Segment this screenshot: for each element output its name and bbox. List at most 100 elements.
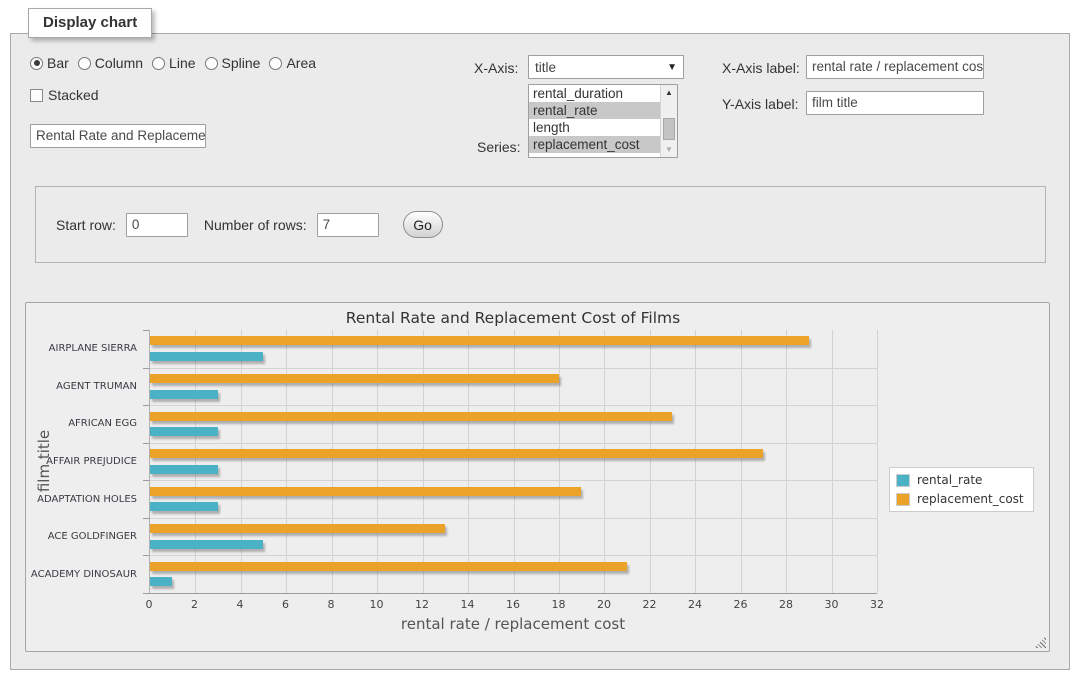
- bar-rental_rate-adaptation-holes: [150, 502, 218, 511]
- series-options: rental_durationrental_ratelengthreplacem…: [529, 85, 660, 157]
- x-tick-label: 26: [734, 598, 748, 611]
- bar-rental_rate-ace-goldfinger: [150, 540, 263, 549]
- bar-replacement_cost-african-egg: [150, 412, 672, 421]
- legend-item-rental_rate: rental_rate: [896, 473, 1024, 487]
- y-tick-mark: [143, 518, 149, 519]
- category-label: AFRICAN EGG: [68, 418, 137, 429]
- gridline: [604, 330, 605, 593]
- bar-rental_rate-agent-truman: [150, 390, 218, 399]
- resize-grip-icon[interactable]: [1034, 636, 1046, 648]
- chart-plot-area: [149, 330, 877, 594]
- stacked-checkbox[interactable]: [30, 89, 43, 102]
- x-axis-label-input[interactable]: rental rate / replacement cost: [806, 55, 984, 79]
- chart-container: Rental Rate and Replacement Cost of Film…: [25, 302, 1050, 652]
- legend-label: replacement_cost: [917, 492, 1024, 506]
- gridline: [695, 330, 696, 593]
- x-axis-selected-value: title: [535, 60, 556, 75]
- x-tick-label: 20: [597, 598, 611, 611]
- series-option-rental_rate[interactable]: rental_rate: [529, 102, 660, 119]
- scrollbar-thumb[interactable]: [663, 118, 675, 140]
- gridline: [150, 480, 877, 481]
- x-tick-label: 30: [825, 598, 839, 611]
- chevron-down-icon: ▼: [667, 62, 677, 73]
- x-tick-label: 18: [552, 598, 566, 611]
- stacked-checkbox-row[interactable]: Stacked: [30, 87, 99, 103]
- radio-icon[interactable]: [269, 57, 282, 70]
- x-tick-label: 6: [282, 598, 289, 611]
- chart-type-radio-bar[interactable]: Bar: [30, 55, 69, 71]
- radio-icon[interactable]: [152, 57, 165, 70]
- scroll-down-icon[interactable]: ▼: [661, 142, 677, 157]
- bar-rental_rate-african-egg: [150, 427, 218, 436]
- gridline: [150, 405, 877, 406]
- x-tick-label: 8: [328, 598, 335, 611]
- x-axis-label-field-label: X-Axis label:: [722, 60, 800, 76]
- bar-replacement_cost-affair-prejudice: [150, 449, 763, 458]
- chart-type-radio-line[interactable]: Line: [152, 55, 195, 71]
- category-label: AFFAIR PREJUDICE: [46, 456, 137, 467]
- gridline: [286, 330, 287, 593]
- legend-swatch: [896, 474, 910, 487]
- series-option-length[interactable]: length: [529, 119, 660, 136]
- y-tick-mark: [143, 443, 149, 444]
- gridline: [741, 330, 742, 593]
- bar-replacement_cost-airplane-sierra: [150, 336, 809, 345]
- category-label: AGENT TRUMAN: [56, 381, 137, 392]
- chart-type-radio-area[interactable]: Area: [269, 55, 316, 71]
- chart-type-radio-group: Bar Column Line Spline Area: [30, 55, 316, 71]
- x-axis-select[interactable]: title ▼: [528, 55, 684, 79]
- gridline: [150, 555, 877, 556]
- category-label: AIRPLANE SIERRA: [49, 343, 137, 354]
- x-tick-label: 12: [415, 598, 429, 611]
- chart-legend: rental_rate replacement_cost: [889, 467, 1034, 512]
- category-label: ACADEMY DINOSAUR: [31, 569, 137, 580]
- x-tick-label: 22: [643, 598, 657, 611]
- x-tick-label: 16: [506, 598, 520, 611]
- gridline: [559, 330, 560, 593]
- series-option-replacement_cost[interactable]: replacement_cost: [529, 136, 660, 153]
- y-tick-mark: [143, 555, 149, 556]
- gridline: [241, 330, 242, 593]
- radio-icon[interactable]: [78, 57, 91, 70]
- gridline: [423, 330, 424, 593]
- chart-title-input[interactable]: Rental Rate and Replacement Cost of Film…: [30, 124, 206, 148]
- page: Display chart Bar Column Line Spline Area St…: [0, 0, 1081, 681]
- chart-title: Rental Rate and Replacement Cost of Film…: [149, 309, 877, 327]
- legend-item-replacement_cost: replacement_cost: [896, 492, 1024, 506]
- x-tick-label: 2: [191, 598, 198, 611]
- stacked-label: Stacked: [48, 87, 99, 103]
- num-rows-label: Number of rows:: [204, 217, 307, 233]
- gridline: [150, 518, 877, 519]
- radio-icon[interactable]: [205, 57, 218, 70]
- series-field-label: Series:: [477, 139, 521, 155]
- go-button[interactable]: Go: [403, 211, 443, 238]
- bar-replacement_cost-ace-goldfinger: [150, 524, 445, 533]
- num-rows-input[interactable]: 7: [317, 213, 379, 237]
- series-option-rental_duration[interactable]: rental_duration: [529, 85, 660, 102]
- start-row-input[interactable]: 0: [126, 213, 188, 237]
- y-axis-label-input[interactable]: film title: [806, 91, 984, 115]
- chart-type-radio-spline[interactable]: Spline: [205, 55, 261, 71]
- gridline: [786, 330, 787, 593]
- row-range-box: Start row: 0 Number of rows: 7 Go: [35, 186, 1046, 263]
- y-tick-mark: [143, 368, 149, 369]
- scroll-up-icon[interactable]: ▲: [661, 85, 677, 100]
- x-tick-label: 4: [237, 598, 244, 611]
- y-tick-mark: [143, 330, 149, 331]
- gridline: [150, 368, 877, 369]
- x-tick-label: 10: [370, 598, 384, 611]
- radio-label: Spline: [222, 55, 261, 71]
- series-multiselect[interactable]: rental_durationrental_ratelengthreplacem…: [528, 84, 678, 158]
- chart-type-radio-column[interactable]: Column: [78, 55, 143, 71]
- gridline: [468, 330, 469, 593]
- x-tick-label: 28: [779, 598, 793, 611]
- chart-x-tick-labels: 02468101214161820222426283032: [149, 598, 877, 612]
- bar-replacement_cost-agent-truman: [150, 374, 559, 383]
- radio-icon[interactable]: [30, 57, 43, 70]
- series-scrollbar[interactable]: ▲ ▼: [660, 85, 677, 157]
- bar-rental_rate-airplane-sierra: [150, 352, 263, 361]
- y-axis-label-field-label: Y-Axis label:: [722, 96, 799, 112]
- bar-replacement_cost-adaptation-holes: [150, 487, 581, 496]
- display-chart-tab[interactable]: Display chart: [28, 8, 152, 38]
- gridline: [195, 330, 196, 593]
